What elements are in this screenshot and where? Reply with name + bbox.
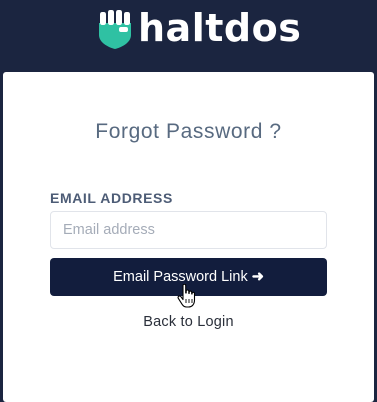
email-field[interactable]	[50, 211, 327, 249]
email-label: EMAIL ADDRESS	[50, 190, 173, 206]
hand-pointer-cursor	[177, 284, 196, 308]
brand-logo: haltdos	[96, 6, 302, 50]
page-title: Forgot Password ?	[95, 120, 282, 143]
header: haltdos	[0, 0, 377, 70]
back-to-login-link[interactable]: Back to Login	[3, 314, 374, 330]
haltdos-logo-icon	[99, 10, 131, 49]
arrow-right-icon: ➜	[251, 269, 264, 285]
brand-name: haltdos	[138, 6, 302, 50]
forgot-password-card: Forgot Password ? EMAIL ADDRESS Email Pa…	[3, 72, 374, 402]
submit-label: Email Password Link	[113, 269, 248, 285]
